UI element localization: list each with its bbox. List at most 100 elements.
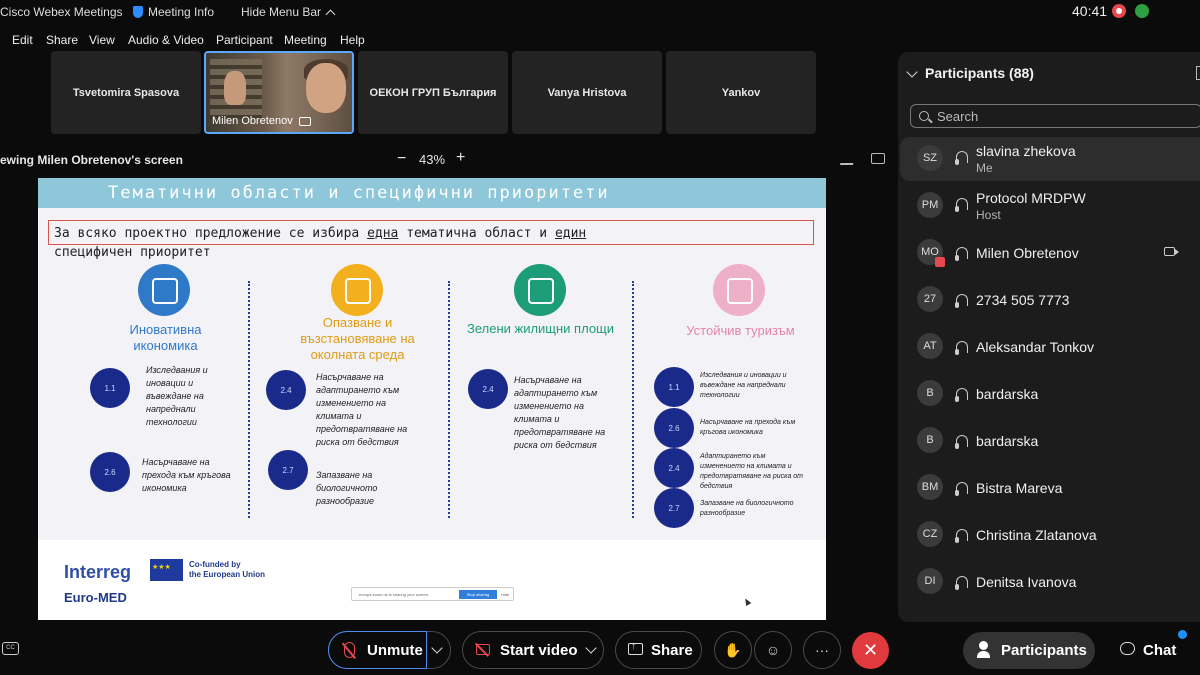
sharing-notice-bar: europa.zoom.us is sharing your screen. S… (351, 587, 514, 601)
chevron-down-icon[interactable] (585, 642, 597, 654)
headset-icon (955, 151, 968, 165)
participant-name: Protocol MRDPW (976, 190, 1086, 206)
menu-audio-video[interactable]: Audio & Video (128, 33, 204, 47)
menu-view[interactable]: View (89, 33, 115, 47)
intro-text: тематична област и (398, 226, 555, 241)
participants-header[interactable]: Participants (88) (906, 65, 1034, 81)
unmute-button[interactable]: Unmute (328, 631, 451, 669)
raise-hand-button[interactable]: ✋ (714, 631, 752, 669)
chevron-up-icon (325, 9, 336, 19)
participant-row[interactable]: B bardarska (900, 419, 1200, 463)
participants-button[interactable]: Participants (963, 632, 1095, 669)
app-title: Cisco Webex Meetings (0, 5, 123, 19)
intro-underlined: една (367, 226, 399, 241)
camera-icon (1164, 247, 1179, 256)
intro-text: За всяко проектно предложение се избира (54, 226, 368, 241)
stop-sharing-button: Stop sharing (459, 590, 497, 599)
environment-icon (331, 264, 383, 316)
end-meeting-button[interactable]: ✕ (852, 632, 889, 669)
cofunded-line: the European Union (189, 570, 265, 579)
search-placeholder: Search (937, 109, 979, 124)
participant-name: Denitsa Ivanova (976, 574, 1077, 590)
participant-row[interactable]: CZ Christina Zlatanova (900, 513, 1200, 557)
avatar: B (917, 380, 943, 406)
hide-menu-bar-button[interactable]: Hide Menu Bar (241, 5, 336, 19)
participant-thumbnail[interactable]: Vanya Hristova (512, 51, 662, 134)
reactions-button[interactable]: ☺ (754, 631, 792, 669)
annotate-icon[interactable] (839, 153, 858, 165)
priority-text: Запазване на биологичното разнообразие (700, 500, 794, 517)
menu-help[interactable]: Help (340, 33, 365, 47)
headset-icon (955, 388, 968, 402)
participant-thumbnail[interactable]: Tsvetomira Spasova (51, 51, 201, 134)
cofunded-line: Co-funded by (189, 560, 241, 569)
green-housing-icon (514, 264, 566, 316)
menu-participant[interactable]: Participant (216, 33, 273, 47)
participant-role: Host (976, 208, 1001, 222)
meeting-info-button[interactable]: Meeting Info (133, 5, 214, 19)
priority-number: 1.1 (654, 367, 694, 407)
participant-row[interactable]: 27 2734 505 7773 (900, 278, 1200, 322)
hide-menu-bar-label: Hide Menu Bar (241, 5, 322, 19)
sharing-icon (298, 116, 311, 126)
menu-share[interactable]: Share (46, 33, 78, 47)
priority-text: Запазване на биологичното разнообразие (316, 470, 378, 506)
participant-search-input[interactable]: Search (910, 104, 1200, 128)
participant-thumbnail[interactable]: ОЕКОН ГРУП България (358, 51, 508, 134)
participant-row[interactable]: B bardarska (900, 372, 1200, 416)
muted-badge-icon (935, 257, 945, 267)
priority-number: 2.7 (654, 488, 694, 528)
slide-intro: За всяко проектно предложение се избира … (54, 224, 744, 262)
participant-row[interactable]: DI Denitsa Ivanova (900, 560, 1200, 604)
start-video-button[interactable]: Start video (462, 631, 604, 669)
participants-count: Participants (88) (925, 65, 1034, 81)
zoom-in-button[interactable]: + (456, 149, 465, 167)
column-title: Иновативна икономика (129, 322, 202, 353)
cofunded-text: Co-funded by the European Union (189, 560, 265, 580)
chevron-down-icon[interactable] (431, 642, 443, 654)
share-view-bar: ewing Milen Obretenov's screen − 43% + (0, 149, 895, 170)
meeting-timer: 40:41 (1072, 3, 1108, 19)
slide-title: Тематични области и специфични приоритет… (38, 178, 826, 208)
view-options-icon[interactable] (871, 153, 885, 164)
participant-row[interactable]: SZ slavina zhekova Me (900, 137, 1200, 181)
zoom-out-button[interactable]: − (397, 150, 406, 168)
closed-captions-icon[interactable]: CC (2, 642, 19, 655)
avatar: AT (917, 333, 943, 359)
thumbnail-name: ОЕКОН ГРУП България (369, 86, 497, 99)
participant-row[interactable]: BM Bistra Mareva (900, 466, 1200, 510)
person-icon (977, 641, 990, 658)
panel-popout-icon[interactable] (1196, 66, 1200, 80)
network-stats-icon[interactable] (1135, 4, 1149, 18)
menu-meeting[interactable]: Meeting (284, 33, 327, 47)
shared-screen: Тематични области и специфични приоритет… (38, 178, 826, 620)
priority-number: 2.6 (654, 408, 694, 448)
video-off-icon (476, 644, 490, 655)
priority-number: 2.4 (468, 369, 508, 409)
priority-number: 1.1 (90, 368, 130, 408)
interreg-logo: Interreg (64, 562, 132, 582)
priority-text: Насърчаване на адаптирането към изменени… (316, 372, 408, 447)
participant-name: Milen Obretenov (976, 245, 1079, 261)
intro-underlined: един (554, 226, 587, 241)
more-icon: ··· (815, 642, 829, 658)
active-speaker-thumbnail[interactable]: Milen Obretenov (204, 51, 354, 134)
innovation-icon (138, 264, 190, 316)
priority-text: Изследвания и иновации и въвеждане на на… (146, 365, 208, 427)
start-video-label: Start video (500, 642, 578, 659)
priority-text: Насърчаване на прехода към кръгова иконо… (700, 419, 796, 436)
more-options-button[interactable]: ··· (803, 631, 841, 669)
participant-row[interactable]: MO Milen Obretenov (900, 231, 1200, 275)
share-button[interactable]: Share (615, 631, 702, 669)
participant-row[interactable]: AT Aleksandar Tonkov (900, 325, 1200, 369)
participant-thumbnail[interactable]: Yankov (666, 51, 816, 134)
headset-icon (955, 529, 968, 543)
headset-icon (955, 482, 968, 496)
recording-icon[interactable] (1112, 4, 1126, 18)
participant-row[interactable]: PM Protocol MRDPW Host (900, 184, 1200, 228)
column-title: Опазване и възстановяване на околната ср… (300, 315, 415, 362)
menu-edit[interactable]: Edit (12, 33, 33, 47)
thumbnail-name: Tsvetomira Spasova (72, 86, 180, 99)
title-bar: Cisco Webex Meetings Meeting Info Hide M… (0, 0, 1200, 24)
participant-name: Bistra Mareva (976, 480, 1063, 496)
